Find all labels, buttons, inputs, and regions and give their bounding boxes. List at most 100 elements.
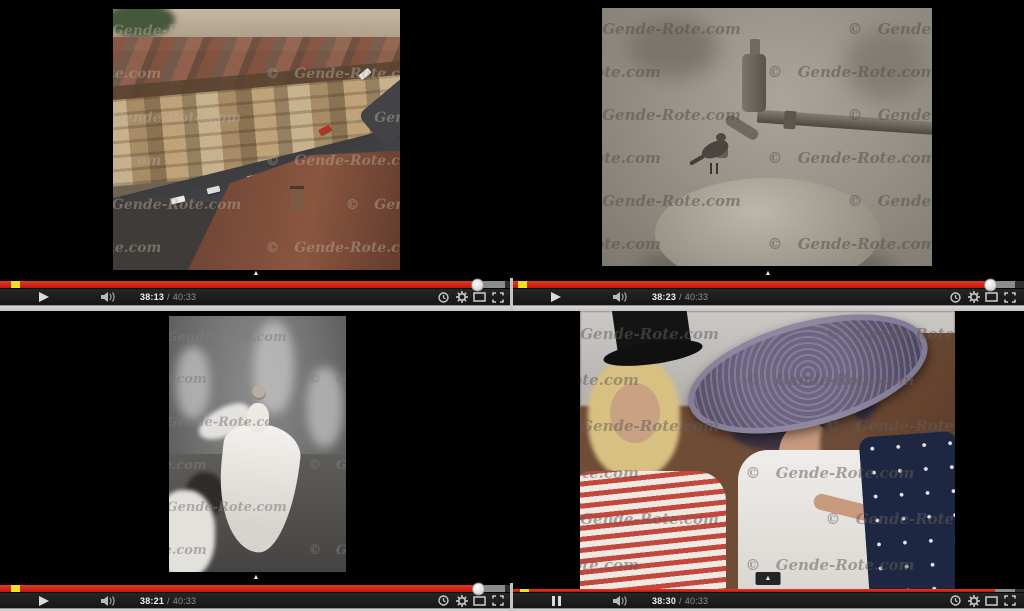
watch-later-button[interactable] — [437, 594, 450, 607]
volume-icon — [613, 291, 630, 303]
play-button[interactable] — [36, 291, 52, 303]
volume-button[interactable] — [100, 291, 118, 303]
volume-button[interactable] — [100, 595, 118, 607]
ad-marker — [11, 585, 20, 592]
theater-mode-icon — [473, 292, 486, 302]
fullscreen-button[interactable] — [1003, 594, 1016, 607]
screenshot-divider — [510, 278, 513, 311]
video-area[interactable]: © Gende-Rote.com © Gende-Rote.com © Gend… — [0, 0, 512, 281]
theater-mode-icon — [985, 292, 998, 302]
player-controls: 38:13/40:33 — [0, 288, 512, 305]
current-time: 38:23 — [652, 292, 676, 302]
play-icon — [39, 292, 49, 302]
video-frame-city-aerial: © Gende-Rote.com © Gende-Rote.com © Gend… — [113, 9, 400, 270]
current-time: 38:30 — [652, 596, 676, 606]
player-controls: 38:30/40:33 — [512, 592, 1024, 608]
scrubber-handle[interactable] — [471, 278, 484, 291]
play-icon — [551, 292, 561, 302]
time-display: 38:23/40:33 — [652, 292, 708, 302]
polka-dot-fabric — [858, 431, 955, 589]
theater-mode-button[interactable] — [473, 594, 486, 607]
stone — [655, 178, 880, 266]
girl-left-face — [610, 383, 660, 443]
video-area[interactable]: © Gende-Rote.com © Gende-Rote.com © Gend… — [512, 311, 1024, 589]
video-frame-two-girls: © Gende-Rote.com © Gende-Rote.com © Gend… — [580, 311, 955, 589]
scrubber-handle[interactable] — [472, 582, 485, 595]
right-controls — [949, 291, 1016, 304]
watch-later-button[interactable] — [437, 291, 450, 304]
duration: 40:33 — [173, 292, 197, 302]
time-separator: / — [679, 292, 682, 302]
duration: 40:33 — [685, 596, 709, 606]
watch-later-button[interactable] — [949, 594, 962, 607]
right-controls — [437, 594, 504, 607]
player-controls: 38:23/40:33 — [512, 288, 1024, 305]
screenshot-divider — [510, 583, 513, 611]
bird-leg — [710, 163, 712, 174]
duration: 40:33 — [685, 292, 709, 302]
settings-button[interactable] — [455, 291, 468, 304]
progress-bar[interactable] — [0, 585, 512, 592]
pipe-coupling — [783, 111, 796, 130]
expand-arrow-icon[interactable]: ▲ — [253, 574, 260, 581]
watch-later-icon — [950, 595, 961, 606]
chimney — [290, 186, 304, 212]
progress-bar[interactable] — [512, 281, 1024, 288]
progress-played — [512, 281, 990, 288]
settings-icon — [456, 595, 468, 607]
progress-remaining — [1014, 281, 1024, 288]
pause-icon — [552, 596, 561, 606]
settings-button[interactable] — [455, 594, 468, 607]
theater-mode-button[interactable] — [985, 291, 998, 304]
current-time: 38:21 — [140, 596, 164, 606]
video-area[interactable]: © Gende-Rote.com © Gende-Rote.com © Gend… — [512, 0, 1024, 281]
right-controls — [949, 594, 1016, 607]
current-time: 38:13 — [140, 292, 164, 302]
settings-icon — [968, 291, 980, 303]
expand-arrow-icon[interactable]: ▲ — [756, 572, 781, 585]
settings-button[interactable] — [967, 291, 980, 304]
watch-later-icon — [950, 292, 961, 303]
volume-button[interactable] — [612, 291, 630, 303]
video-area[interactable]: © Gende-Rote.com © Gende-Rote.com © Gend… — [0, 311, 512, 585]
volume-icon — [613, 595, 630, 607]
volume-icon — [101, 595, 118, 607]
player-controls: 38:21/40:33 — [0, 592, 512, 608]
volume-button[interactable] — [612, 595, 630, 607]
play-icon — [39, 596, 49, 606]
scrubber-handle[interactable] — [984, 278, 997, 291]
progress-played — [0, 281, 477, 288]
settings-icon — [456, 291, 468, 303]
pause-button[interactable] — [548, 595, 564, 607]
watch-later-icon — [438, 595, 449, 606]
fullscreen-button[interactable] — [1003, 291, 1016, 304]
play-button[interactable] — [548, 291, 564, 303]
video-player-top-right: © Gende-Rote.com © Gende-Rote.com © Gend… — [512, 0, 1024, 311]
theater-mode-button[interactable] — [473, 291, 486, 304]
dancer-bodice — [247, 403, 269, 433]
fullscreen-button[interactable] — [491, 594, 504, 607]
video-player-bottom-left: © Gende-Rote.com © Gende-Rote.com © Gend… — [0, 311, 512, 611]
watermark-text: © Gende-Rote.com © Gende-Rote.com © Gend… — [602, 151, 932, 166]
time-separator: / — [679, 596, 682, 606]
tap-spout — [724, 113, 760, 141]
ad-marker — [11, 281, 20, 288]
duration: 40:33 — [173, 596, 197, 606]
expand-arrow-icon[interactable]: ▲ — [253, 270, 260, 277]
theater-mode-button[interactable] — [985, 594, 998, 607]
fullscreen-button[interactable] — [491, 291, 504, 304]
settings-icon — [968, 595, 980, 607]
right-controls — [437, 291, 504, 304]
settings-button[interactable] — [967, 594, 980, 607]
time-display: 38:13/40:33 — [140, 292, 196, 302]
play-button[interactable] — [36, 595, 52, 607]
time-display: 38:21/40:33 — [140, 596, 196, 606]
progress-bar[interactable] — [0, 281, 512, 288]
watch-later-icon — [438, 292, 449, 303]
watch-later-button[interactable] — [949, 291, 962, 304]
expand-arrow-icon[interactable]: ▲ — [765, 270, 772, 277]
video-frame-dancer: © Gende-Rote.com © Gende-Rote.com © Gend… — [169, 316, 346, 572]
valve-cap — [750, 39, 760, 55]
theater-mode-icon — [985, 596, 998, 606]
background-blur — [845, 29, 925, 99]
